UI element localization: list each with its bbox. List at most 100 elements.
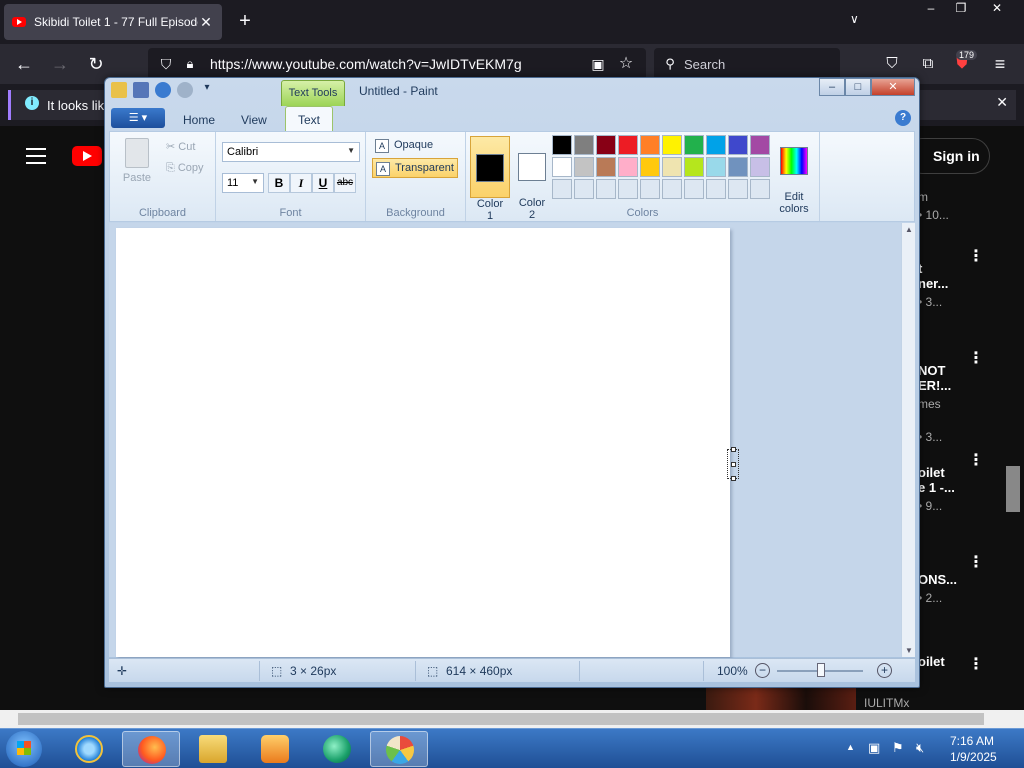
- taskbar-paint-alt[interactable]: [308, 731, 366, 767]
- more-options-icon[interactable]: ⋮: [968, 654, 984, 674]
- palette-color-swatch[interactable]: [706, 157, 726, 177]
- more-options-icon[interactable]: ⋮: [968, 552, 984, 572]
- cut-button[interactable]: ✂ Cut: [166, 140, 195, 153]
- page-scrollbar-thumb[interactable]: [1006, 466, 1020, 512]
- search-input[interactable]: ⚲ Search: [654, 48, 840, 80]
- palette-color-swatch[interactable]: [574, 135, 594, 155]
- redo-icon[interactable]: [177, 82, 193, 98]
- paint-maximize-button[interactable]: □: [845, 78, 871, 96]
- palette-color-swatch[interactable]: [750, 135, 770, 155]
- list-item[interactable]: oilet: [918, 654, 998, 669]
- bookmark-star-icon[interactable]: ☆: [614, 52, 638, 76]
- list-item[interactable]: oilet e 1 -... • 9...: [918, 450, 998, 528]
- bold-button[interactable]: B: [268, 173, 290, 193]
- palette-color-swatch[interactable]: [596, 157, 616, 177]
- color1-button[interactable]: Color 1: [470, 136, 510, 222]
- palette-color-swatch[interactable]: [552, 157, 572, 177]
- resize-handle-bottom[interactable]: [731, 476, 736, 481]
- palette-color-swatch[interactable]: [552, 135, 572, 155]
- edit-colors-button[interactable]: Edit colors: [772, 135, 816, 215]
- palette-color-swatch[interactable]: [618, 157, 638, 177]
- forward-icon[interactable]: →: [48, 52, 72, 76]
- resize-handle-middle[interactable]: [731, 462, 736, 467]
- action-center-flag-icon[interactable]: ⚑: [892, 740, 904, 756]
- extensions-icon[interactable]: ⧉: [916, 52, 940, 76]
- volume-muted-icon[interactable]: 🔇︎: [916, 740, 924, 756]
- paint-title-bar[interactable]: ▾ Text Tools Untitled - Paint – □ ✕: [105, 78, 919, 106]
- tab-view[interactable]: View: [229, 110, 279, 132]
- app-menu-icon[interactable]: ≡: [988, 52, 1012, 76]
- taskbar-internet-explorer[interactable]: [60, 731, 118, 767]
- list-item[interactable]: t ner... • 3...: [918, 246, 998, 324]
- color2-button[interactable]: Color 2: [512, 136, 552, 221]
- transparent-button[interactable]: A Transparent: [372, 158, 458, 178]
- pocket-icon[interactable]: ⛉: [880, 52, 904, 76]
- taskbar-file-explorer[interactable]: [184, 731, 242, 767]
- taskbar-media-player[interactable]: [246, 731, 304, 767]
- palette-color-swatch[interactable]: [640, 157, 660, 177]
- horizontal-scrollbar-thumb[interactable]: [18, 713, 984, 725]
- palette-color-swatch[interactable]: [662, 157, 682, 177]
- italic-button[interactable]: I: [290, 173, 312, 193]
- strikethrough-button[interactable]: abc: [334, 173, 356, 193]
- palette-color-swatch[interactable]: [684, 157, 704, 177]
- scroll-up-icon[interactable]: ▲: [905, 225, 913, 234]
- youtube-logo-icon[interactable]: [72, 146, 102, 166]
- palette-color-swatch[interactable]: [750, 157, 770, 177]
- palette-color-swatch[interactable]: [728, 157, 748, 177]
- list-item[interactable]: NOT ER!... mes • 3...: [918, 348, 998, 459]
- show-hidden-icons-icon[interactable]: ▲: [846, 742, 855, 752]
- list-item[interactable]: m • 10...: [918, 186, 998, 222]
- url-bar[interactable]: ⛉ 🔒︎ https://www.youtube.com/watch?v=JwI…: [148, 48, 646, 80]
- start-button[interactable]: [6, 731, 42, 767]
- palette-empty-swatch[interactable]: [662, 179, 682, 199]
- palette-empty-swatch[interactable]: [618, 179, 638, 199]
- save-icon[interactable]: [133, 82, 149, 98]
- tab-text[interactable]: Text: [285, 106, 334, 132]
- palette-empty-swatch[interactable]: [728, 179, 748, 199]
- customize-toolbar-icon[interactable]: ▾: [199, 82, 215, 98]
- underline-button[interactable]: U: [312, 173, 334, 193]
- zoom-in-button[interactable]: +: [877, 663, 892, 678]
- scroll-down-icon[interactable]: ▼: [905, 646, 913, 655]
- font-family-select[interactable]: Calibri ▼: [222, 142, 360, 162]
- more-options-icon[interactable]: ⋮: [968, 246, 984, 266]
- copy-button[interactable]: ⎘ Copy: [166, 162, 204, 175]
- picture-in-picture-icon[interactable]: ▣: [586, 52, 610, 76]
- video-thumbnail[interactable]: [706, 686, 856, 710]
- vertical-scrollbar[interactable]: ▲ ▼: [901, 223, 915, 657]
- back-icon[interactable]: ←: [12, 52, 36, 76]
- resize-handle-top[interactable]: [731, 447, 736, 452]
- close-window-button[interactable]: ✕: [982, 0, 1012, 18]
- list-item[interactable]: ONS... • 2...: [918, 572, 998, 605]
- minimize-button[interactable]: –: [916, 0, 946, 18]
- palette-color-swatch[interactable]: [596, 135, 616, 155]
- paint-menu-button[interactable]: ☰ ▾: [111, 108, 165, 128]
- lock-icon[interactable]: 🔒︎: [178, 52, 202, 76]
- palette-empty-swatch[interactable]: [640, 179, 660, 199]
- zoom-slider-thumb[interactable]: [817, 663, 825, 677]
- paste-button[interactable]: Paste: [120, 138, 154, 184]
- palette-color-swatch[interactable]: [640, 135, 660, 155]
- tab-home[interactable]: Home: [171, 110, 227, 132]
- taskbar-paint[interactable]: [370, 731, 428, 767]
- palette-color-swatch[interactable]: [728, 135, 748, 155]
- palette-empty-swatch[interactable]: [684, 179, 704, 199]
- paint-close-button[interactable]: ✕: [871, 78, 915, 96]
- more-options-icon[interactable]: ⋮: [968, 450, 984, 470]
- reload-icon[interactable]: ↻: [84, 52, 108, 76]
- clock-date[interactable]: 1/9/2025: [950, 750, 997, 764]
- clock-time[interactable]: 7:16 AM: [950, 734, 994, 748]
- palette-color-swatch[interactable]: [706, 135, 726, 155]
- help-icon[interactable]: ?: [895, 110, 911, 126]
- font-size-select[interactable]: 11 ▼: [222, 173, 264, 193]
- palette-empty-swatch[interactable]: [552, 179, 572, 199]
- more-options-icon[interactable]: ⋮: [968, 348, 984, 368]
- notification-close-icon[interactable]: ✕: [996, 94, 1008, 111]
- paint-minimize-button[interactable]: –: [819, 78, 845, 96]
- palette-empty-swatch[interactable]: [750, 179, 770, 199]
- palette-empty-swatch[interactable]: [706, 179, 726, 199]
- paint-app-icon[interactable]: [111, 82, 127, 98]
- tab-close-icon[interactable]: ✕: [198, 14, 214, 31]
- new-tab-button[interactable]: +: [234, 10, 256, 32]
